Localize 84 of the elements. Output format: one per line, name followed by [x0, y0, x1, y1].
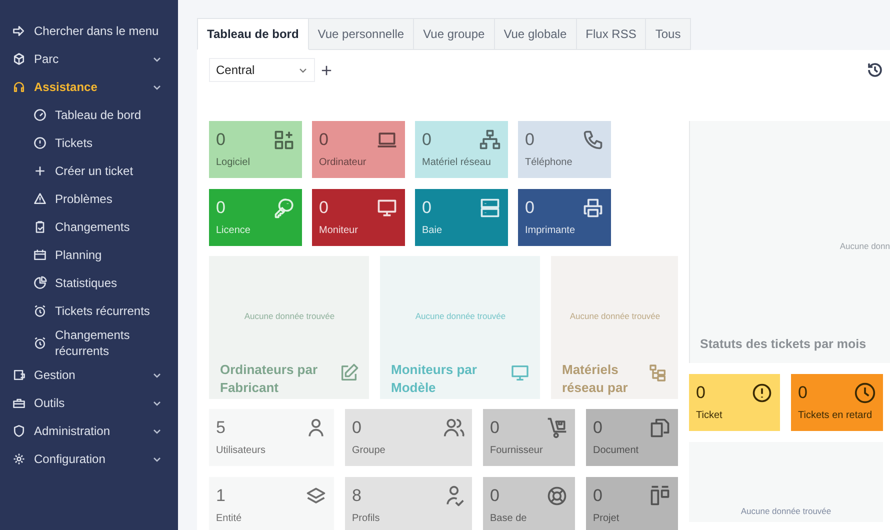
admin-count-tile[interactable]: 0 Fournisseur [483, 409, 575, 466]
toolbox-icon [12, 396, 26, 410]
warning-icon [33, 192, 47, 206]
asset-count-tile[interactable]: 0 Moniteur [312, 189, 405, 246]
menu-section[interactable]: Configuration [0, 445, 178, 473]
admin-count-tile[interactable]: 5 Utilisateurs [209, 409, 334, 466]
box-icon [12, 52, 26, 66]
menu-section[interactable]: Outils [0, 389, 178, 417]
columns-icon [649, 485, 671, 507]
tab[interactable]: Tous [646, 18, 691, 50]
menu-search-link[interactable]: Chercher dans le menu [0, 17, 178, 45]
asset-count-tile[interactable]: 0 Imprimante [518, 189, 611, 246]
menu-section[interactable]: Gestion [0, 361, 178, 389]
card-title: Statuts des tickets par mois [700, 337, 868, 351]
menu-item[interactable]: Tickets [0, 129, 178, 157]
tab[interactable]: Vue personnelle [308, 18, 414, 50]
menu-section[interactable]: Assistance [0, 73, 178, 101]
ticket-count-tile[interactable]: 0 Tickets en retard [791, 374, 883, 431]
hand-truck-icon [546, 417, 568, 439]
admin-count-tile[interactable]: 0 Projet [586, 477, 678, 530]
server-icon [479, 197, 501, 219]
alert-circle-icon [33, 136, 47, 150]
no-data-message: Aucune donnée trouvée [414, 311, 507, 321]
key-icon [273, 197, 295, 219]
history-icon[interactable] [866, 61, 884, 79]
gear-icon [12, 452, 26, 466]
tab[interactable]: Vue globale [494, 18, 577, 50]
ticket-count-tile[interactable]: 0 Ticket [689, 374, 780, 431]
no-data-message: Aucune donn [838, 241, 890, 251]
asset-count-tile[interactable]: 0 Matériel réseau [415, 121, 508, 178]
alarm-clock-icon [33, 336, 47, 350]
menu-item[interactable]: Planning [0, 241, 178, 269]
asset-count-tile[interactable]: 0 Téléphone [518, 121, 611, 178]
arrow-right-icon [12, 24, 26, 38]
headset-icon [12, 80, 26, 94]
shield-icon [12, 424, 26, 438]
asset-count-tile[interactable]: 0 Ordinateur [312, 121, 405, 178]
clipboard-check-icon [33, 220, 47, 234]
card-title: Matériels réseau par [562, 361, 629, 397]
no-data-message: Aucune donnée trouvée [243, 311, 336, 321]
asset-count-tile[interactable]: 0 Baie [415, 189, 508, 246]
admin-count-tile[interactable]: 1 Entité [209, 477, 334, 530]
admin-count-tile[interactable]: 8 Profils [345, 477, 472, 530]
tab[interactable]: Vue groupe [414, 18, 495, 50]
pencil-icon [339, 363, 359, 383]
calendar-icon [33, 248, 47, 262]
network-icon [479, 129, 501, 151]
monitor-icon [376, 197, 398, 219]
gauge-icon [33, 108, 47, 122]
no-data-message: Aucune donnée trouvée [740, 506, 832, 516]
plus-icon [33, 164, 47, 178]
menu-item[interactable]: Problèmes [0, 185, 178, 213]
wallet-icon [12, 368, 26, 382]
alert-circle-icon [751, 382, 773, 404]
menu-item[interactable]: Créer un ticket [0, 157, 178, 185]
menu-item[interactable]: Changements [0, 213, 178, 241]
no-data-message: Aucune donnée trouvée [568, 311, 662, 321]
admin-count-tile[interactable]: 0 Base de [483, 477, 575, 530]
lifebuoy-icon [546, 485, 568, 507]
menu-item[interactable]: Changements récurrents [0, 325, 178, 361]
apps-icon [273, 129, 295, 151]
menu-item[interactable]: Statistiques [0, 269, 178, 297]
card-title: Moniteurs par Modèle [391, 361, 478, 397]
dashboard-select[interactable]: Central [209, 58, 315, 82]
add-icon[interactable] [321, 64, 332, 76]
hierarchy-icon [648, 363, 668, 383]
pie-chart-icon [33, 276, 47, 290]
printer-icon [582, 197, 604, 219]
menu-item[interactable]: Tickets récurrents [0, 297, 178, 325]
asset-count-tile[interactable]: 0 Logiciel [209, 121, 302, 178]
tab[interactable]: Tableau de bord [197, 18, 309, 50]
menu-section[interactable]: Parc [0, 45, 178, 73]
copy-icon [649, 417, 671, 439]
monitor-icon [510, 363, 530, 383]
phone-icon [582, 129, 604, 151]
menu-item[interactable]: Tableau de bord [0, 101, 178, 129]
admin-count-tile[interactable]: 0 Groupe [345, 409, 472, 466]
admin-count-tile[interactable]: 0 Document [586, 409, 678, 466]
clock-icon [854, 382, 876, 404]
tab[interactable]: Flux RSS [576, 18, 646, 50]
menu-section[interactable]: Administration [0, 417, 178, 445]
alarm-clock-icon [33, 304, 47, 318]
users-icon [443, 417, 465, 439]
card-title: Ordinateurs par Fabricant [220, 361, 319, 397]
